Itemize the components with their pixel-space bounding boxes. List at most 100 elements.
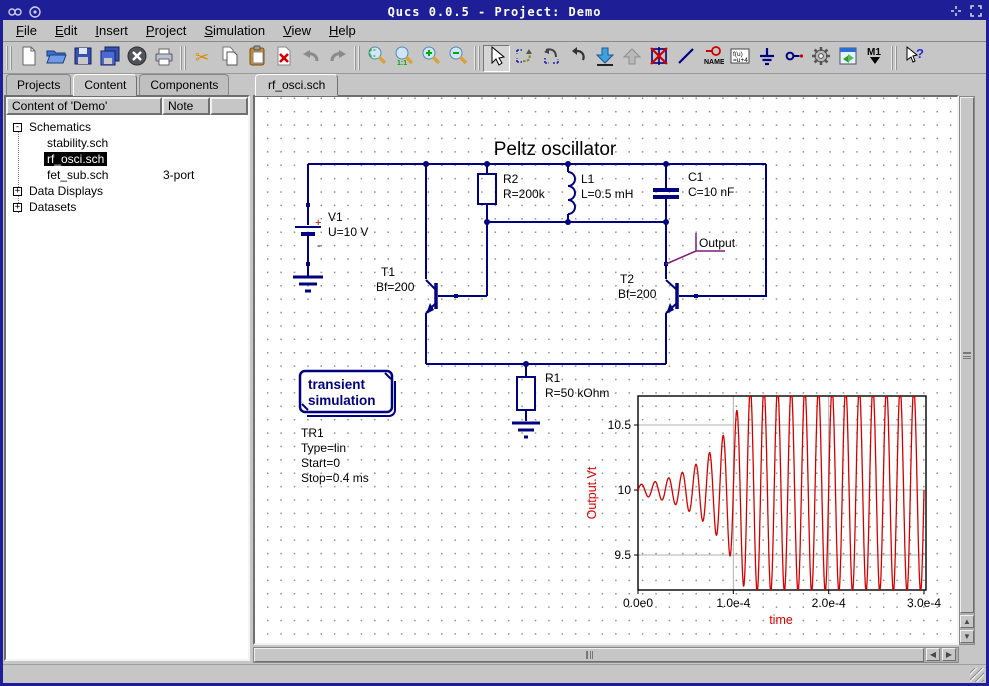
waveform-diagram[interactable]: 0.0e01.0e-42.0e-43.0e-410.5109.5Output.V… <box>585 396 941 627</box>
vertical-scrollbar-thumb[interactable] <box>960 97 974 613</box>
transient-simulation-box[interactable]: transient simulation <box>300 371 395 416</box>
tab-projects[interactable]: Projects <box>6 74 71 95</box>
scroll-left-button[interactable]: ◀ <box>926 648 940 661</box>
content-header[interactable]: Content of 'Demo' <box>6 97 162 115</box>
set-marker-button[interactable]: M1 <box>861 45 888 72</box>
scroll-up-button[interactable]: ▲ <box>960 615 974 628</box>
zoom-out-button[interactable] <box>444 45 471 72</box>
open-file-button[interactable] <box>42 45 69 72</box>
scroll-right-button[interactable]: ▶ <box>942 648 956 661</box>
insert-equation-button[interactable]: f(u)=u+4 <box>726 45 753 72</box>
tab-rf-osci[interactable]: rf_osci.sch <box>255 74 338 96</box>
menu-help[interactable]: Help <box>320 21 365 40</box>
x-axis-label[interactable]: time <box>769 613 793 627</box>
resize-grip[interactable] <box>970 668 984 682</box>
insert-port-button[interactable] <box>780 45 807 72</box>
save-all-button[interactable] <box>96 45 123 72</box>
deactivate-button[interactable] <box>645 45 672 72</box>
qucs-main-window: Qucs 0.0.5 - Project: Demo FileEditInser… <box>0 0 989 686</box>
ground-v1[interactable] <box>293 277 323 291</box>
maximize-icon[interactable] <box>967 4 984 18</box>
expand-icon[interactable]: + <box>13 187 22 196</box>
close-button[interactable] <box>123 45 150 72</box>
whats-this-button[interactable]: ? <box>900 45 927 72</box>
tab-content[interactable]: Content <box>73 74 137 96</box>
menu-edit[interactable]: Edit <box>46 21 86 40</box>
l1-name: L1 <box>581 172 595 186</box>
go-into-subcircuit-button[interactable] <box>591 45 618 72</box>
toolbar-handle[interactable] <box>180 46 186 70</box>
y-axis-label: Output.Vt <box>585 466 599 519</box>
collapse-icon[interactable]: - <box>13 123 22 132</box>
menu-project[interactable]: Project <box>137 21 195 40</box>
horizontal-scrollbar[interactable]: ◀ ▶ <box>253 647 959 663</box>
vertical-scrollbar[interactable]: ▲ ▼ <box>959 96 975 645</box>
simulate-button[interactable] <box>807 45 834 72</box>
insert-wire-button[interactable] <box>672 45 699 72</box>
component-t2[interactable]: T2 Bf=200 <box>618 272 694 314</box>
copy-button[interactable] <box>216 45 243 72</box>
zoom-1-1-button[interactable]: 1:1 <box>390 45 417 72</box>
tree-item-data-displays[interactable]: + Data Displays <box>6 183 248 199</box>
component-r1[interactable]: R1 R=50 kOhm <box>517 371 609 410</box>
redo-button[interactable] <box>324 45 351 72</box>
paste-button[interactable] <box>243 45 270 72</box>
view-data-display-button[interactable] <box>834 45 861 72</box>
zoom-in-button[interactable] <box>417 45 444 72</box>
node-label-output[interactable]: Output <box>666 233 736 264</box>
toolbar-handle[interactable] <box>474 46 480 70</box>
scroll-down-button[interactable]: ▼ <box>960 630 974 643</box>
zoom-fit-button[interactable] <box>363 45 390 72</box>
save-button[interactable] <box>69 45 96 72</box>
toolbar-handle[interactable] <box>891 46 897 70</box>
tree-item-label[interactable]: Datasets <box>26 200 79 214</box>
menu-simulation[interactable]: Simulation <box>195 21 274 40</box>
component-v1[interactable]: + - V1 U=10 V <box>295 210 368 252</box>
tree-item-fet-sub-sch[interactable]: fet_sub.sch3-port <box>6 167 248 183</box>
schematic-canvas[interactable]: Peltz oscillator <box>255 97 957 643</box>
title-bar[interactable]: Qucs 0.0.5 - Project: Demo <box>3 3 986 20</box>
cut-button[interactable]: ✂ <box>189 45 216 72</box>
save-icon <box>72 45 94 72</box>
expand-icon[interactable]: + <box>13 203 22 212</box>
tree-item-label[interactable]: Schematics <box>26 120 94 134</box>
mirror-x-axis-button[interactable] <box>510 45 537 72</box>
undo-button[interactable] <box>297 45 324 72</box>
delete-button[interactable] <box>270 45 297 72</box>
ground-r1[interactable] <box>512 423 540 437</box>
horizontal-scrollbar-thumb[interactable] <box>254 648 924 662</box>
t1-name: T1 <box>381 265 395 279</box>
tree-item-label[interactable]: fet_sub.sch <box>44 168 111 182</box>
menu-insert[interactable]: Insert <box>86 21 137 40</box>
tree-item-label[interactable]: rf_osci.sch <box>44 152 107 166</box>
component-r2[interactable]: R2 R=200k <box>478 172 546 204</box>
sim-properties: TR1Type=linStart=0Stop=0.4 ms <box>301 426 369 485</box>
tree-item-label[interactable]: Data Displays <box>26 184 106 198</box>
toolbar-handle[interactable] <box>354 46 360 70</box>
tree-item-label[interactable]: stability.sch <box>44 136 111 150</box>
insert-wire-label-button[interactable]: NAME <box>699 45 726 72</box>
tree-item-rf-osci-sch[interactable]: rf_osci.sch <box>6 151 248 167</box>
tab-components[interactable]: Components <box>139 74 229 95</box>
print-button[interactable] <box>150 45 177 72</box>
rotate-button[interactable] <box>564 45 591 72</box>
schematic-title[interactable]: Peltz oscillator <box>494 139 617 160</box>
new-file-button[interactable] <box>15 45 42 72</box>
component-t1[interactable]: T1 Bf=200 <box>376 265 454 314</box>
tree-item-schematics[interactable]: -Schematics <box>6 119 248 135</box>
tree-item-stability-sch[interactable]: stability.sch <box>6 135 248 151</box>
insert-ground-button[interactable] <box>753 45 780 72</box>
tree-item-datasets[interactable]: + Datasets <box>6 199 248 215</box>
insert-equation-icon: f(u)=u+4 <box>729 45 751 72</box>
menu-file[interactable]: File <box>7 21 46 40</box>
iconify-icon[interactable] <box>947 4 964 18</box>
toolbar-handle[interactable] <box>6 46 12 70</box>
insert-wire-icon <box>675 45 697 72</box>
select-button[interactable] <box>483 45 510 72</box>
component-l1[interactable]: L1 L=0.5 mH <box>568 172 633 214</box>
open-file-icon <box>45 45 67 72</box>
x-tick-label: 0.0e0 <box>623 596 653 610</box>
note-header[interactable]: Note <box>162 97 210 115</box>
menu-view[interactable]: View <box>274 21 320 40</box>
mirror-y-axis-button[interactable] <box>537 45 564 72</box>
